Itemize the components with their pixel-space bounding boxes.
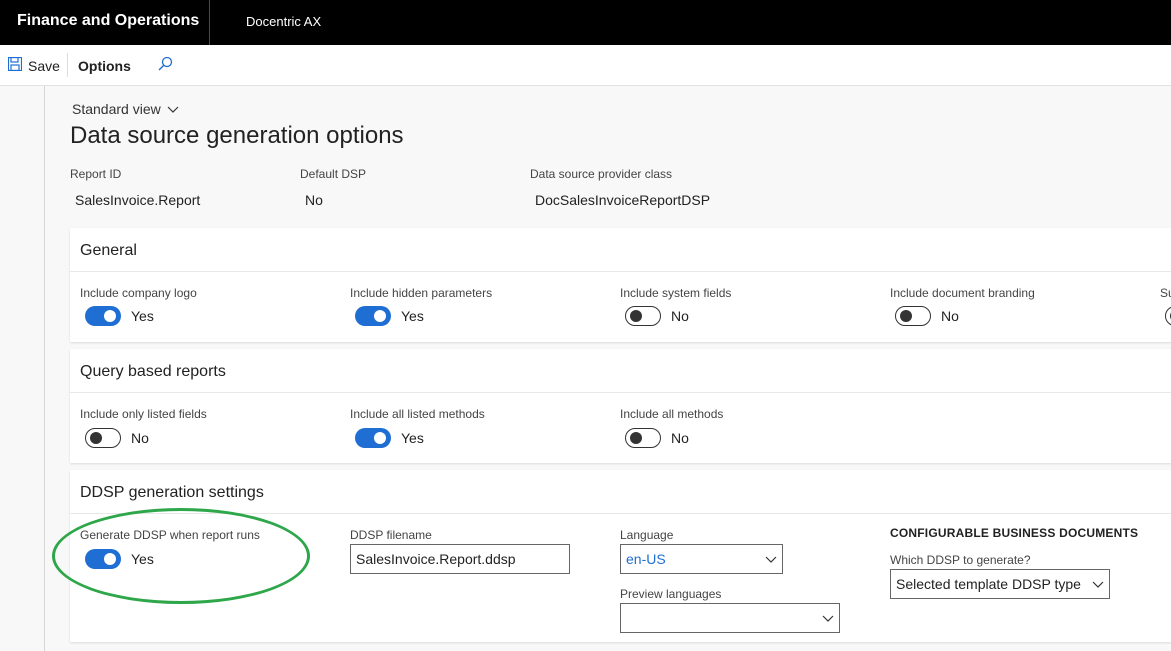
toggle-switch[interactable] (85, 306, 121, 326)
include-document-branding-toggle[interactable]: No (895, 306, 959, 326)
toggle-switch[interactable] (355, 306, 391, 326)
save-icon (7, 56, 23, 74)
query-fasttab-header[interactable]: Query based reports (80, 363, 226, 381)
report-id-value: SalesInvoice.Report (75, 192, 201, 208)
preview-languages-label: Preview languages (620, 587, 722, 601)
ddsp-filename-input[interactable] (350, 544, 570, 574)
truncated-field-toggle[interactable] (1165, 306, 1171, 326)
dsp-class-value: DocSalesInvoiceReportDSP (535, 192, 711, 208)
toggle-state: Yes (131, 551, 154, 567)
default-dsp-value: No (305, 192, 323, 208)
include-all-listed-methods-toggle[interactable]: Yes (355, 428, 424, 448)
which-ddsp-label: Which DDSP to generate? (890, 553, 1031, 567)
which-ddsp-value: Selected template DDSP type (896, 576, 1081, 592)
language-value: en-US (626, 551, 666, 567)
toggle-state: No (671, 430, 689, 446)
options-button[interactable]: Options (78, 58, 131, 74)
left-nav-rail (0, 86, 45, 651)
language-label: Language (620, 528, 674, 542)
view-selector[interactable]: Standard view (72, 101, 179, 117)
chevron-down-icon (765, 551, 777, 567)
general-fasttab: General Include company logo Yes Include… (70, 228, 1171, 342)
toggle-switch[interactable] (895, 306, 931, 326)
toggle-switch[interactable] (1165, 306, 1171, 326)
action-bar: Save Options (0, 45, 1171, 86)
page-title: Data source generation options (70, 122, 404, 149)
top-nav-bar: Finance and Operations Docentric AX (0, 0, 1171, 45)
language-select[interactable]: en-US (620, 544, 783, 574)
include-all-methods-toggle[interactable]: No (625, 428, 689, 448)
preview-languages-select[interactable] (620, 603, 840, 633)
include-company-logo-label: Include company logo (80, 286, 197, 300)
configurable-business-documents-heading: CONFIGURABLE BUSINESS DOCUMENTS (890, 526, 1139, 540)
ddsp-fasttab-header[interactable]: DDSP generation settings (80, 484, 264, 502)
fasttab-divider (70, 271, 1171, 272)
action-separator (67, 53, 68, 77)
ddsp-generation-settings-fasttab: DDSP generation settings Generate DDSP w… (70, 470, 1171, 642)
fasttab-divider (70, 513, 1171, 514)
ddsp-filename-label: DDSP filename (350, 528, 432, 542)
include-system-fields-label: Include system fields (620, 286, 732, 300)
include-hidden-parameters-label: Include hidden parameters (350, 286, 493, 300)
include-only-listed-fields-toggle[interactable]: No (85, 428, 149, 448)
save-label: Save (28, 57, 60, 74)
include-document-branding-label: Include document branding (890, 286, 1035, 300)
chevron-down-icon (822, 610, 834, 626)
include-all-listed-methods-label: Include all listed methods (350, 407, 485, 421)
toggle-switch[interactable] (85, 549, 121, 569)
nav-divider (209, 0, 210, 45)
toggle-state: No (131, 430, 149, 446)
include-only-listed-fields-label: Include only listed fields (80, 407, 207, 421)
search-icon[interactable] (157, 56, 173, 77)
fasttab-divider (70, 392, 1171, 393)
company-picker[interactable]: Docentric AX (246, 14, 321, 29)
toggle-switch[interactable] (85, 428, 121, 448)
toggle-switch[interactable] (355, 428, 391, 448)
toggle-state: Yes (401, 308, 424, 324)
chevron-down-icon (167, 101, 179, 117)
toggle-state: No (941, 308, 959, 324)
toggle-switch[interactable] (625, 306, 661, 326)
query-based-reports-fasttab: Query based reports Include only listed … (70, 349, 1171, 463)
which-ddsp-select[interactable]: Selected template DDSP type (890, 569, 1110, 599)
generate-ddsp-toggle[interactable]: Yes (85, 549, 154, 569)
toggle-switch[interactable] (625, 428, 661, 448)
include-system-fields-toggle[interactable]: No (625, 306, 689, 326)
toggle-state: Yes (401, 430, 424, 446)
dsp-class-label: Data source provider class (530, 167, 673, 181)
report-id-label: Report ID (70, 167, 122, 181)
general-fasttab-header[interactable]: General (80, 242, 137, 260)
toggle-state: No (671, 308, 689, 324)
chevron-down-icon (1092, 576, 1104, 592)
view-selector-label: Standard view (72, 101, 161, 117)
include-company-logo-toggle[interactable]: Yes (85, 306, 154, 326)
include-all-methods-label: Include all methods (620, 407, 724, 421)
include-hidden-parameters-toggle[interactable]: Yes (355, 306, 424, 326)
toggle-state: Yes (131, 308, 154, 324)
generate-ddsp-label: Generate DDSP when report runs (80, 528, 260, 542)
default-dsp-label: Default DSP (300, 167, 367, 181)
truncated-field-label: Su (1160, 286, 1171, 300)
save-button[interactable]: Save (7, 56, 60, 74)
app-title[interactable]: Finance and Operations (17, 12, 199, 30)
